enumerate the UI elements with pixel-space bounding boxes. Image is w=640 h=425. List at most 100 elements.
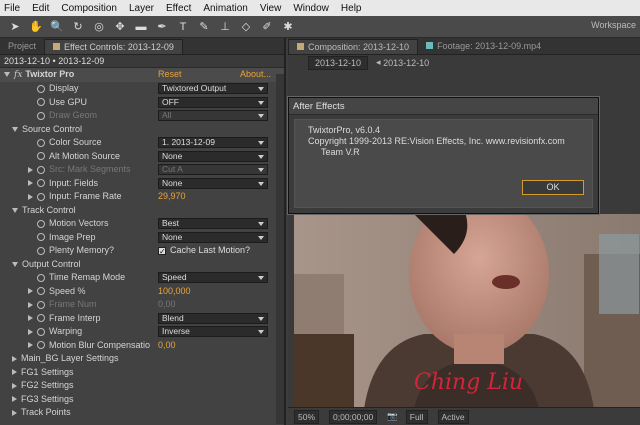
expand-icon[interactable] bbox=[12, 396, 17, 403]
resolution-dropdown[interactable]: Full bbox=[405, 409, 428, 424]
zoom-dropdown[interactable]: 50% bbox=[294, 409, 320, 424]
comp-crumb-1[interactable]: 2013-12-10 bbox=[308, 55, 369, 70]
property-dropdown[interactable]: Best bbox=[158, 218, 268, 229]
rectangle-tool-icon[interactable]: ▬ bbox=[134, 20, 148, 34]
stopwatch-icon[interactable] bbox=[37, 111, 45, 120]
stopwatch-icon[interactable] bbox=[37, 314, 45, 323]
property-dropdown[interactable]: Inverse bbox=[158, 326, 268, 337]
pen-tool-icon[interactable]: ✒ bbox=[155, 20, 169, 34]
property-row[interactable]: FG1 Settings bbox=[0, 366, 284, 380]
stopwatch-icon[interactable] bbox=[37, 152, 45, 161]
expand-icon[interactable] bbox=[12, 382, 17, 389]
brush-tool-icon[interactable]: ✎ bbox=[197, 20, 211, 34]
menu-file[interactable]: File bbox=[4, 3, 20, 14]
composition-viewer[interactable]: Ching Liu bbox=[294, 214, 640, 409]
property-dropdown[interactable]: None bbox=[158, 231, 268, 243]
stopwatch-icon[interactable] bbox=[37, 98, 45, 107]
stopwatch-icon[interactable] bbox=[37, 341, 45, 350]
property-dropdown[interactable]: Speed bbox=[158, 272, 268, 283]
property-row[interactable]: Main_BG Layer Settings bbox=[0, 352, 284, 366]
expand-icon[interactable] bbox=[28, 301, 33, 308]
checkbox[interactable]: ✓ bbox=[158, 247, 166, 256]
property-row[interactable]: Motion Vectors Best bbox=[0, 217, 284, 231]
property-row[interactable]: Source Control bbox=[0, 123, 284, 137]
expand-icon[interactable] bbox=[12, 261, 18, 267]
expand-icon[interactable] bbox=[28, 328, 33, 335]
menu-effect[interactable]: Effect bbox=[166, 3, 191, 14]
stopwatch-icon[interactable] bbox=[37, 179, 45, 188]
expand-icon[interactable] bbox=[28, 166, 33, 173]
menu-animation[interactable]: Animation bbox=[203, 3, 247, 14]
property-number[interactable]: 100,000 bbox=[158, 285, 191, 299]
property-row[interactable]: Alt Motion Source None bbox=[0, 150, 284, 164]
roto-brush-tool-icon[interactable]: ✐ bbox=[260, 20, 274, 34]
property-row[interactable]: Display Twixtored Output bbox=[0, 82, 284, 96]
property-row[interactable]: Track Control bbox=[0, 204, 284, 218]
tab-composition[interactable]: Composition: 2013-12-10 bbox=[288, 39, 419, 54]
effect-header[interactable]: fx Twixtor Pro Reset About... bbox=[0, 68, 284, 82]
expand-icon[interactable] bbox=[12, 207, 18, 213]
expand-icon[interactable] bbox=[28, 315, 33, 322]
clone-stamp-tool-icon[interactable]: ⊥ bbox=[218, 20, 232, 34]
reset-link[interactable]: Reset bbox=[158, 68, 182, 82]
scrollbar[interactable] bbox=[276, 74, 284, 424]
property-row[interactable]: Plenty Memory? ✓ Cache Last Motion? bbox=[0, 244, 284, 258]
menu-edit[interactable]: Edit bbox=[32, 3, 49, 14]
expand-icon[interactable] bbox=[12, 126, 18, 132]
stopwatch-icon[interactable] bbox=[37, 246, 45, 255]
puppet-tool-icon[interactable]: ✱ bbox=[281, 20, 295, 34]
property-row[interactable]: Input: Frame Rate 29,970 bbox=[0, 190, 284, 204]
property-dropdown[interactable]: None bbox=[158, 150, 268, 162]
stopwatch-icon[interactable] bbox=[37, 273, 45, 282]
property-dropdown[interactable]: OFF bbox=[158, 96, 268, 108]
stopwatch-icon[interactable] bbox=[37, 165, 45, 174]
property-dropdown[interactable]: All bbox=[158, 110, 268, 121]
property-row[interactable]: Track Points bbox=[0, 406, 284, 420]
expand-icon[interactable] bbox=[28, 193, 33, 200]
tab-project[interactable]: Project bbox=[0, 39, 44, 54]
expand-icon[interactable] bbox=[12, 355, 17, 362]
hand-tool-icon[interactable]: ✋ bbox=[29, 20, 43, 34]
stopwatch-icon[interactable] bbox=[37, 219, 45, 228]
property-row[interactable]: Draw Geom All bbox=[0, 109, 284, 123]
menu-layer[interactable]: Layer bbox=[129, 3, 154, 14]
fx-icon[interactable]: fx bbox=[14, 69, 22, 83]
property-row[interactable]: Frame Num 0,00 bbox=[0, 298, 284, 312]
menu-composition[interactable]: Composition bbox=[61, 3, 117, 14]
property-row[interactable]: Src: Mark Segments Cut A bbox=[0, 163, 284, 177]
property-row[interactable]: FG2 Settings bbox=[0, 379, 284, 393]
property-dropdown[interactable]: Twixtored Output bbox=[158, 83, 268, 94]
zoom-tool-icon[interactable]: 🔍 bbox=[50, 20, 64, 34]
collapse-icon[interactable] bbox=[4, 72, 10, 78]
property-number[interactable]: 0,00 bbox=[158, 298, 176, 312]
property-row[interactable]: FG3 Settings bbox=[0, 393, 284, 407]
expand-icon[interactable] bbox=[28, 180, 33, 187]
menu-view[interactable]: View bbox=[260, 3, 282, 14]
camera-icon[interactable]: 📷 bbox=[387, 411, 398, 422]
property-row[interactable]: Warping Inverse bbox=[0, 325, 284, 339]
property-row[interactable]: Input: Fields None bbox=[0, 177, 284, 191]
stopwatch-icon[interactable] bbox=[37, 192, 45, 201]
property-dropdown[interactable]: Blend bbox=[158, 312, 268, 324]
property-row[interactable]: Motion Blur Compensatio 0,00 bbox=[0, 339, 284, 353]
menu-window[interactable]: Window bbox=[293, 3, 329, 14]
timecode[interactable]: 0;00;00;00 bbox=[329, 409, 378, 424]
property-row[interactable]: Image Prep None bbox=[0, 231, 284, 245]
comp-crumb-2[interactable]: 2013-12-10 bbox=[383, 58, 429, 68]
stopwatch-icon[interactable] bbox=[37, 138, 45, 147]
property-row[interactable]: Time Remap Mode Speed bbox=[0, 271, 284, 285]
rotate-tool-icon[interactable]: ↻ bbox=[71, 20, 85, 34]
selection-tool-icon[interactable]: ➤ bbox=[8, 20, 22, 34]
property-dropdown[interactable]: None bbox=[158, 177, 268, 189]
property-row[interactable]: Use GPU OFF bbox=[0, 96, 284, 110]
stopwatch-icon[interactable] bbox=[37, 327, 45, 336]
ok-button[interactable]: OK bbox=[522, 180, 584, 195]
stopwatch-icon[interactable] bbox=[37, 233, 45, 242]
stopwatch-icon[interactable] bbox=[37, 287, 45, 296]
camera-tool-icon[interactable]: ◎ bbox=[92, 20, 106, 34]
property-row[interactable]: Output Control bbox=[0, 258, 284, 272]
active-camera-dropdown[interactable]: Active bbox=[437, 409, 469, 424]
property-dropdown[interactable]: 1. 2013-12-09 bbox=[158, 137, 268, 148]
about-link[interactable]: About... bbox=[240, 68, 271, 82]
pan-behind-tool-icon[interactable]: ✥ bbox=[113, 20, 127, 34]
